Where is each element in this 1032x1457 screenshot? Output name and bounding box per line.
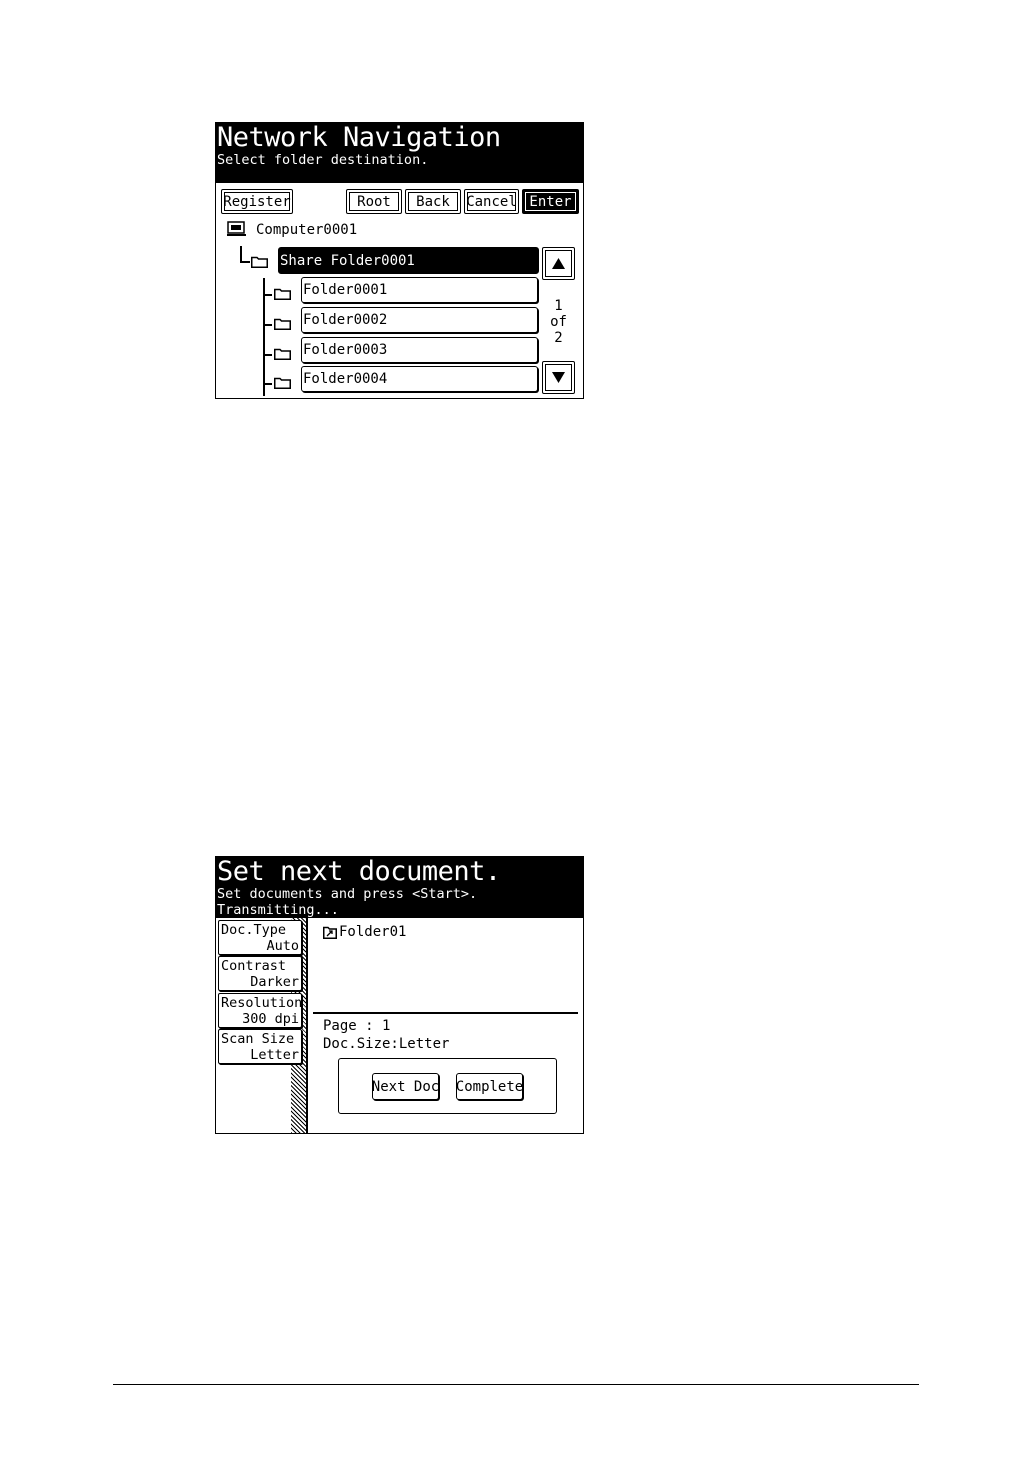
instruction-text: Set documents and press <Start>. (217, 886, 478, 902)
page-of: of (550, 314, 567, 330)
folder-item[interactable]: Folder0002 (301, 307, 538, 333)
enter-button[interactable]: Enter (522, 189, 579, 214)
page-current: 1 (554, 298, 563, 314)
page-count: Page : 1 (323, 1018, 391, 1034)
arrow-down-icon (552, 372, 565, 383)
computer-label: Computer0001 (256, 222, 358, 238)
resolution-button[interactable]: Resolution 300 dpi (218, 993, 302, 1028)
folder-item[interactable]: Folder0003 (301, 337, 538, 363)
scan-size-button[interactable]: Scan Size Letter (218, 1029, 302, 1064)
folder-icon (274, 377, 291, 389)
folder-icon (274, 348, 291, 360)
doc-type-button[interactable]: Doc.Type Auto (218, 920, 302, 955)
folder-destination-icon (323, 926, 337, 939)
contrast-button[interactable]: Contrast Darker (218, 956, 302, 991)
screen-title: Network Navigation (217, 122, 501, 153)
footer-rule (113, 1384, 919, 1385)
register-button[interactable]: Register (221, 189, 293, 214)
screen-title: Set next document. (217, 856, 501, 887)
screen-header: Set next document. Set documents and pre… (216, 857, 583, 918)
arrow-up-icon (552, 258, 565, 269)
page-total: 2 (554, 330, 563, 346)
next-doc-button[interactable]: Next Doc (372, 1073, 439, 1100)
computer-icon (227, 221, 246, 236)
setting-value: 300 dpi (242, 1011, 299, 1027)
setting-label: Scan Size (221, 1031, 295, 1047)
setting-value: Darker (250, 974, 299, 990)
network-navigation-screen: Network Navigation Select folder destina… (215, 122, 584, 399)
back-button[interactable]: Back (405, 189, 461, 214)
folder-icon (274, 318, 291, 330)
setting-label: Resolution (221, 995, 303, 1011)
setting-label: Doc.Type (221, 922, 287, 938)
scroll-up-button[interactable] (542, 247, 575, 280)
folder-item[interactable]: Folder0001 (301, 277, 538, 303)
setting-value: Auto (266, 938, 299, 954)
screen-header: Network Navigation Select folder destina… (216, 123, 583, 183)
cancel-button[interactable]: Cancel (464, 189, 519, 214)
folder-item[interactable]: Folder0004 (301, 366, 538, 392)
status-text: Transmitting... (217, 902, 339, 918)
set-next-document-screen: Set next document. Set documents and pre… (215, 856, 584, 1134)
complete-button[interactable]: Complete (456, 1073, 523, 1100)
destination-label: Folder01 (339, 924, 407, 940)
scroll-down-button[interactable] (542, 361, 575, 394)
share-folder-item[interactable]: Share Folder0001 (278, 247, 539, 274)
folder-icon (274, 288, 291, 300)
setting-value: Letter (250, 1047, 299, 1063)
doc-size: Doc.Size:Letter (323, 1036, 450, 1052)
setting-label: Contrast (221, 958, 287, 974)
folder-icon (251, 256, 268, 268)
root-button[interactable]: Root (346, 189, 402, 214)
screen-subtitle: Select folder destination. (217, 152, 429, 168)
